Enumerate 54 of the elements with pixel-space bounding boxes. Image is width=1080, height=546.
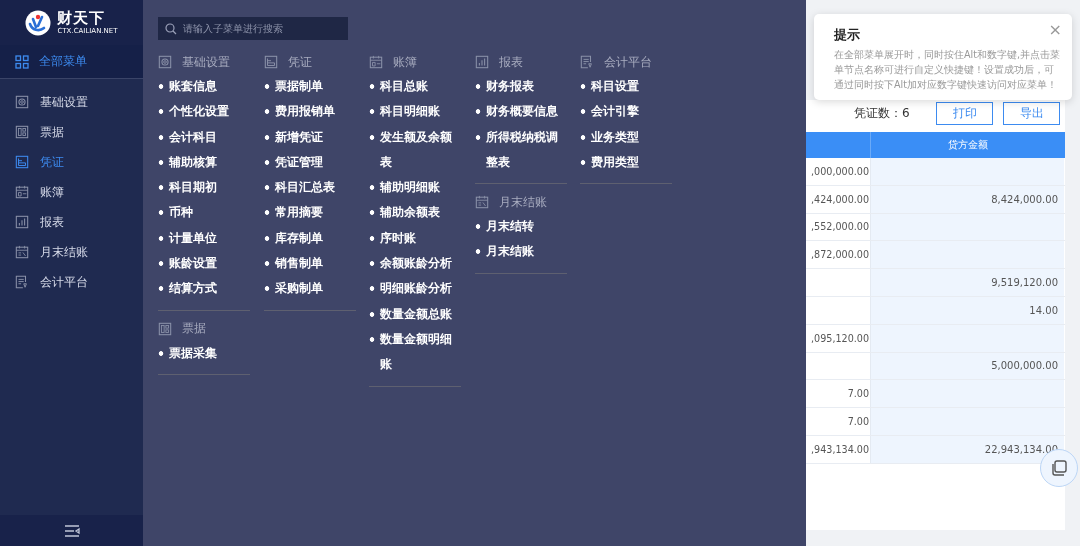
- closing-icon: [474, 195, 489, 210]
- table-cell: 7.00: [847, 388, 869, 400]
- collapse-menu-icon[interactable]: [63, 524, 80, 537]
- report-icon: [474, 55, 489, 69]
- search-field[interactable]: 请输入子菜单进行搜索: [158, 17, 348, 40]
- table-cell: 8,424,000.00: [870, 185, 1064, 213]
- toolbar-button[interactable]: 打印: [936, 102, 993, 125]
- menu-group-title: 凭证: [287, 53, 312, 71]
- ledger-icon: [15, 185, 29, 199]
- sidebar-item[interactable]: 基础设置: [0, 87, 143, 117]
- platform-icon: [580, 55, 594, 69]
- all-menu-item[interactable]: 全部菜单: [0, 45, 143, 79]
- table-cell: 14.00: [870, 297, 1064, 324]
- tip-text: 在全部菜单展开时，同时按住Alt和数字键,并点击菜单节点名称可进行自定义快捷键！设置成功后，可通过同时按下Alt加对应数字键快速访问对应菜单！: [834, 48, 1062, 92]
- table-cell: ,943,134.00: [811, 443, 869, 455]
- grid-icon: [15, 54, 29, 69]
- table-cell: ,000,000.00: [811, 165, 869, 177]
- table-cell: ,424,000.00: [811, 193, 869, 205]
- sidebar-item[interactable]: 会计平台: [0, 267, 143, 297]
- table-cell: 9,519,120.00: [870, 269, 1064, 296]
- voucher-icon: [263, 55, 278, 69]
- logo-name: 财天下: [57, 10, 107, 27]
- menu-group-title: 会计平台: [604, 53, 652, 71]
- settings-icon: [15, 95, 29, 109]
- receipt-icon: [158, 321, 172, 336]
- table-cell: ,552,000.00: [811, 221, 869, 233]
- menu-group-title: 基础设置: [182, 53, 230, 71]
- copy-icon: [1050, 459, 1068, 477]
- sidebar-item[interactable]: 凭证: [0, 147, 143, 177]
- closing-icon: [15, 245, 29, 259]
- sidebar-item[interactable]: 报表: [0, 207, 143, 237]
- sidebar-item[interactable]: 账簿: [0, 177, 143, 207]
- menu-group-title: 账簿: [393, 53, 417, 71]
- receipt-icon: [15, 125, 29, 139]
- voucher-count: 凭证数：6: [854, 105, 911, 122]
- table-cell: ,872,000.00: [811, 249, 869, 261]
- column-header: 贷方金额: [947, 138, 988, 152]
- menu-group-title: 月末结账: [498, 193, 547, 211]
- sidebar-item[interactable]: 月末结账: [0, 237, 143, 267]
- ledger-icon: [369, 55, 383, 69]
- table-cell: 5,000,000.00: [870, 352, 1064, 380]
- logo-icon: [25, 9, 52, 36]
- search-icon: [165, 23, 177, 35]
- platform-icon: [15, 275, 29, 289]
- voucher-icon: [15, 155, 29, 169]
- toolbar-button[interactable]: 导出: [1003, 102, 1060, 125]
- table-cell: ,095,120.00: [811, 332, 869, 344]
- menu-group-title: 票据: [182, 320, 206, 338]
- tip-title: 提示: [834, 27, 860, 43]
- menu-group-title: 报表: [498, 53, 523, 71]
- table-cell: 7.00: [847, 416, 869, 428]
- report-icon: [15, 215, 29, 229]
- sidebar-item[interactable]: 票据: [0, 117, 143, 147]
- settings-icon: [158, 55, 172, 69]
